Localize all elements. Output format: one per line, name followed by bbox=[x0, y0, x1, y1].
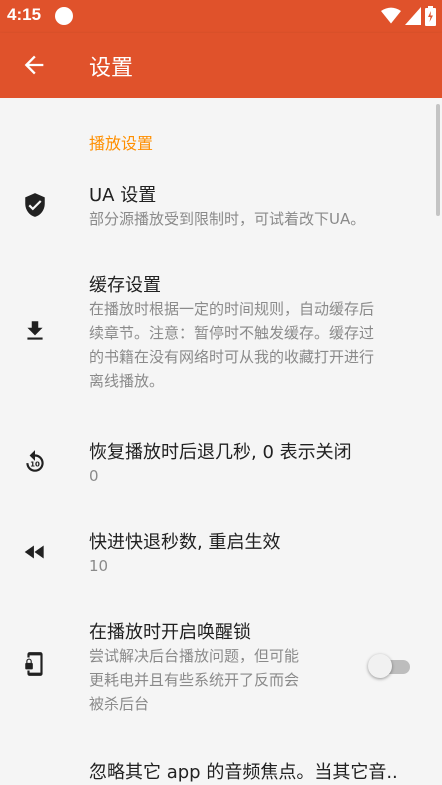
pref-ua-settings[interactable]: UA 设置 部分源播放受到限制时，可试着改下UA。 bbox=[0, 176, 442, 244]
status-time: 4:15 bbox=[7, 5, 42, 24]
pref-summary: 0 bbox=[89, 467, 99, 485]
pref-summary-line: 续章节。注意：暂停时不触发缓存。缓存过 bbox=[89, 324, 375, 342]
download-icon bbox=[27, 321, 43, 340]
pref-seek-seconds[interactable]: 快进快退秒数, 重启生效 10 bbox=[0, 523, 442, 583]
pref-title: 恢复播放时后退几秒, 0 表示关闭 bbox=[89, 442, 352, 463]
pref-resume-rewind[interactable]: 10 恢复播放时后退几秒, 0 表示关闭 0 bbox=[0, 433, 442, 493]
signal-icon bbox=[405, 7, 421, 25]
shield-check-icon bbox=[25, 193, 45, 217]
pref-title: 忽略其它 app 的音频焦点。当其它音.. bbox=[89, 762, 398, 783]
pref-summary-line: 的书籍在没有网络时可从我的收藏打开进行 bbox=[89, 348, 375, 366]
back-arrow-icon[interactable] bbox=[20, 51, 48, 79]
svg-text:10: 10 bbox=[30, 459, 40, 468]
phone-lock-icon bbox=[25, 652, 43, 676]
pref-summary-line: 更耗电并且有些系统开了反而会 bbox=[89, 671, 300, 689]
pref-title: 缓存设置 bbox=[89, 275, 161, 296]
wifi-icon bbox=[381, 7, 401, 24]
pref-summary: 部分源播放受到限制时，可试着改下UA。 bbox=[89, 210, 366, 228]
app-bar: 设置 bbox=[0, 33, 442, 98]
replay-10-icon: 10 bbox=[26, 450, 44, 472]
notification-dot-icon bbox=[55, 7, 73, 25]
settings-list[interactable]: 播放设置 UA 设置 部分源播放受到限制时，可试着改下UA。 缓存设置 在播放时… bbox=[0, 98, 442, 785]
page-title: 设置 bbox=[89, 56, 134, 81]
battery-icon bbox=[425, 6, 436, 26]
rewind-icon bbox=[24, 545, 44, 559]
pref-title: 在播放时开启唤醒锁 bbox=[89, 622, 251, 643]
pref-cache-settings[interactable]: 缓存设置 在播放时根据一定的时间规则，自动缓存后 续章节。注意：暂停时不触发缓存… bbox=[0, 266, 442, 406]
category-header: 播放设置 bbox=[89, 134, 154, 153]
pref-summary: 10 bbox=[89, 557, 109, 575]
pref-title: UA 设置 bbox=[89, 185, 157, 206]
pref-summary-line: 离线播放。 bbox=[89, 372, 165, 390]
pref-summary-line: 尝试解决后台播放问题，但可能 bbox=[89, 647, 300, 665]
pref-summary-line: 被杀后台 bbox=[89, 695, 150, 713]
pref-wake-lock[interactable]: 在播放时开启唤醒锁 尝试解决后台播放问题，但可能 更耗电并且有些系统开了反而会 … bbox=[0, 613, 442, 723]
switch-thumb bbox=[368, 654, 392, 678]
pref-ignore-audio-focus[interactable]: 忽略其它 app 的音频焦点。当其它音.. bbox=[0, 753, 442, 785]
pref-title: 快进快退秒数, 重启生效 bbox=[89, 532, 281, 553]
pref-summary-line: 在播放时根据一定的时间规则，自动缓存后 bbox=[89, 300, 375, 318]
status-bar: 4:15 bbox=[0, 0, 442, 33]
wake-lock-switch[interactable] bbox=[368, 653, 410, 679]
status-icons bbox=[381, 6, 436, 26]
